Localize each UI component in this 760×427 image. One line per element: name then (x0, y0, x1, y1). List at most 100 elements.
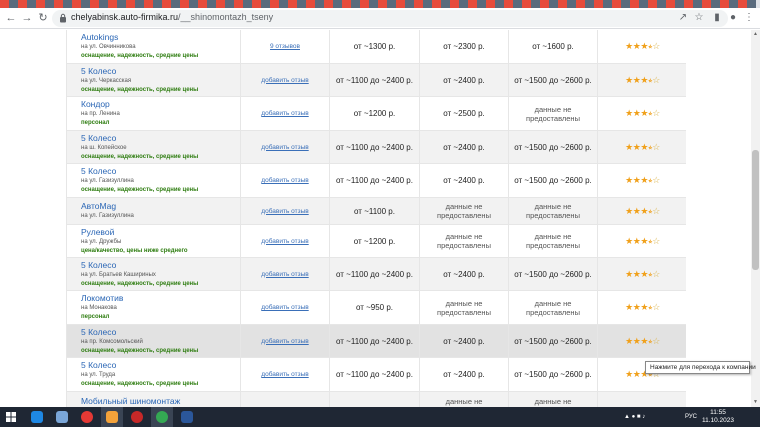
review-link[interactable]: добавить отзыв (261, 371, 308, 378)
shop-cell[interactable]: Рулевой на ул. Дружбы цена/качество, цены … (67, 225, 241, 257)
review-link[interactable]: добавить отзыв (261, 304, 308, 311)
browser-tab[interactable] (180, 0, 189, 8)
browser-tab[interactable] (171, 0, 180, 8)
review-link[interactable]: добавить отзыв (261, 110, 308, 117)
browser-tab[interactable] (153, 0, 162, 8)
browser-tab[interactable] (0, 0, 9, 8)
browser-tab[interactable] (540, 0, 549, 8)
browser-tab[interactable] (216, 0, 225, 8)
browser-tab[interactable] (18, 0, 27, 8)
shop-name-link[interactable]: Рулевой (81, 227, 188, 238)
back-icon[interactable]: ← (4, 11, 18, 25)
browser-tab[interactable] (54, 0, 63, 8)
taskbar-app-4[interactable] (101, 407, 123, 427)
review-link[interactable]: добавить отзыв (261, 177, 308, 184)
browser-tab[interactable] (72, 0, 81, 8)
browser-tab[interactable] (594, 0, 603, 8)
taskbar-app-5[interactable] (126, 407, 148, 427)
browser-tab[interactable] (639, 0, 648, 8)
reload-icon[interactable]: ↻ (36, 11, 50, 25)
review-link[interactable]: добавить отзыв (261, 271, 308, 278)
shop-cell[interactable]: Autokings на ул. Овчинникова оснащение, на… (67, 30, 241, 63)
bookmark-star-icon[interactable]: ☆ (692, 11, 706, 25)
browser-tab[interactable] (306, 0, 315, 8)
browser-tab[interactable] (135, 0, 144, 8)
shop-name-link[interactable]: Локомотив (81, 293, 123, 304)
browser-tab[interactable] (648, 0, 657, 8)
share-icon[interactable]: ↗ (676, 11, 690, 25)
taskbar-word[interactable] (176, 407, 198, 427)
browser-tab[interactable] (45, 0, 54, 8)
language-indicator[interactable]: РУС (685, 407, 697, 427)
table-row[interactable]: Локомотив на Монакова персонал добавить отз… (67, 291, 687, 325)
browser-tab[interactable] (126, 0, 135, 8)
shop-name-link[interactable]: 5 Колесо (81, 66, 198, 77)
shop-cell[interactable]: Мобильный шиномонтаж (67, 392, 241, 407)
address-bar[interactable]: chelyabinsk.auto-firmika.ru/__shinomonta… (52, 10, 728, 27)
menu-kebab-icon[interactable]: ⋮ (742, 11, 756, 25)
browser-tab[interactable] (612, 0, 621, 8)
browser-tab[interactable] (360, 0, 369, 8)
table-row[interactable]: Autokings на ул. Овчинникова оснащение, на… (67, 30, 687, 64)
browser-tab[interactable] (504, 0, 513, 8)
browser-tab[interactable] (144, 0, 153, 8)
browser-tab[interactable] (450, 0, 459, 8)
shop-cell[interactable]: АвтоMag на ул. Газизуллина (67, 198, 241, 224)
browser-tab[interactable] (252, 0, 261, 8)
browser-tab[interactable] (585, 0, 594, 8)
taskbar-app-1[interactable] (26, 407, 48, 427)
browser-tab[interactable] (288, 0, 297, 8)
browser-tab[interactable] (342, 0, 351, 8)
review-link[interactable]: добавить отзыв (261, 208, 308, 215)
table-row[interactable]: 5 Колесо на ул. Братьев Кашириных оснащени… (67, 258, 687, 291)
browser-tab[interactable] (684, 0, 693, 8)
tray-icons[interactable]: ▲ ● ■ ♪ (624, 407, 645, 427)
shop-cell[interactable]: Кондор на пр. Ленина персонал (67, 97, 241, 130)
shop-name-link[interactable]: Кондор (81, 99, 120, 110)
browser-tab[interactable] (702, 0, 711, 8)
browser-tab[interactable] (576, 0, 585, 8)
table-row[interactable]: 5 Колесо на ул. Газизуллина оснащение, над… (67, 164, 687, 198)
browser-tab[interactable] (243, 0, 252, 8)
browser-tab[interactable] (162, 0, 171, 8)
browser-tab[interactable] (495, 0, 504, 8)
shop-name-link[interactable]: 5 Колесо (81, 260, 198, 271)
browser-tab[interactable] (225, 0, 234, 8)
browser-tab[interactable] (729, 0, 738, 8)
browser-tab[interactable] (369, 0, 378, 8)
shop-name-link[interactable]: 5 Колесо (81, 327, 198, 338)
browser-tab[interactable] (63, 0, 72, 8)
taskbar-clock[interactable]: 11:55 11.10.2023 (698, 409, 738, 425)
browser-tab[interactable] (531, 0, 540, 8)
browser-tab[interactable] (486, 0, 495, 8)
browser-tab[interactable] (279, 0, 288, 8)
browser-tab[interactable] (81, 0, 90, 8)
browser-tab[interactable] (405, 0, 414, 8)
table-row[interactable]: Рулевой на ул. Дружбы цена/качество, цены … (67, 225, 687, 258)
shop-name-link[interactable]: 5 Колесо (81, 166, 198, 177)
taskbar-opera[interactable] (76, 407, 98, 427)
scrollbar-thumb[interactable] (752, 150, 759, 270)
browser-tab[interactable] (261, 0, 270, 8)
browser-tab[interactable] (720, 0, 729, 8)
page-scrollbar[interactable]: ▲ ▼ (751, 30, 760, 407)
browser-tab[interactable] (108, 0, 117, 8)
browser-tab[interactable] (117, 0, 126, 8)
browser-tab[interactable] (351, 0, 360, 8)
browser-tab[interactable] (189, 0, 198, 8)
table-row[interactable]: 5 Колесо на ш. Копейское оснащение, надежн… (67, 131, 687, 164)
scroll-down-icon[interactable]: ▼ (752, 399, 759, 406)
browser-tab[interactable] (468, 0, 477, 8)
browser-tab[interactable] (423, 0, 432, 8)
shop-name-link[interactable]: АвтоMag (81, 201, 134, 212)
table-row[interactable]: Мобильный шиномонтаж данные не данные не (67, 392, 687, 407)
browser-tab[interactable] (747, 0, 756, 8)
review-link[interactable]: добавить отзыв (261, 144, 308, 151)
browser-tab[interactable] (459, 0, 468, 8)
browser-tab[interactable] (234, 0, 243, 8)
browser-tab[interactable] (207, 0, 216, 8)
browser-tab[interactable] (378, 0, 387, 8)
browser-tab[interactable] (738, 0, 747, 8)
review-link[interactable]: добавить отзыв (261, 338, 308, 345)
browser-tab[interactable] (396, 0, 405, 8)
